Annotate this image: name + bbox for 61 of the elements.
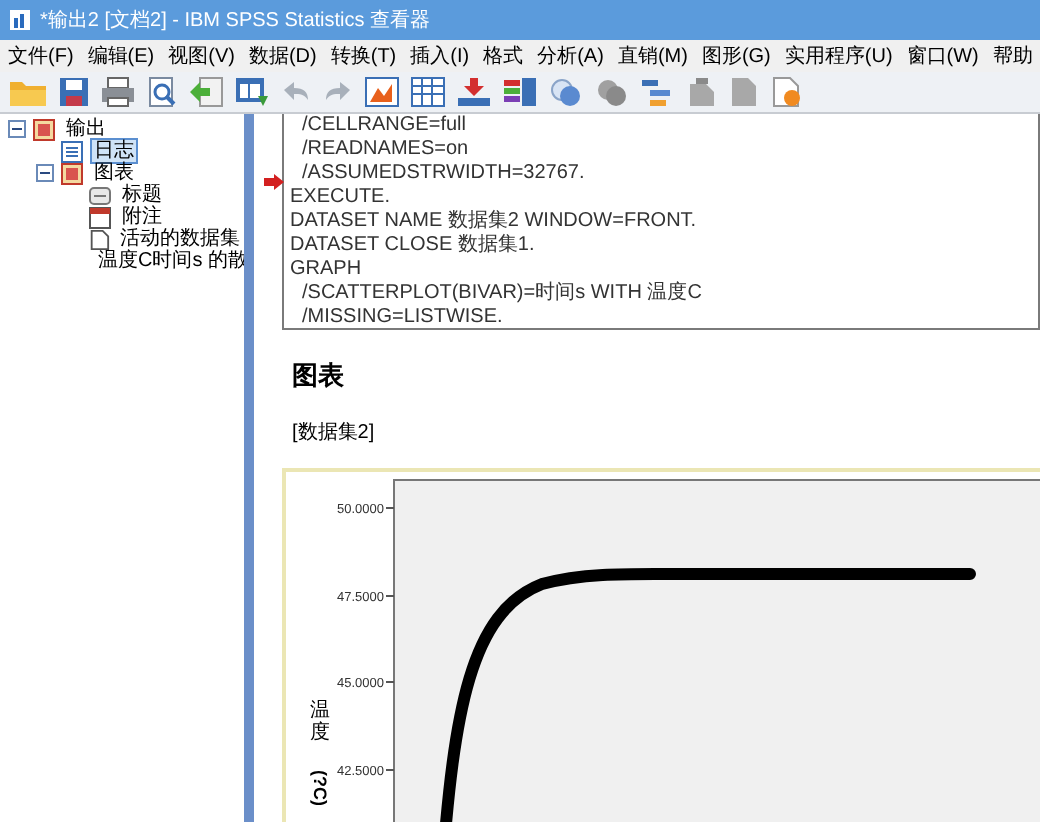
arrow-icon	[264, 174, 284, 190]
y-tick	[385, 506, 395, 508]
menu-item[interactable]: 数据(D)	[248, 41, 317, 71]
tree-item[interactable]: 附注	[118, 204, 166, 230]
document-icon	[88, 227, 110, 251]
menu-item[interactable]: 实用程序(U)	[784, 41, 893, 71]
print-preview-icon[interactable]	[146, 76, 178, 108]
menu-item[interactable]: 插入(I)	[410, 41, 470, 71]
dataset-label: [数据集2]	[292, 419, 375, 447]
tree-item[interactable]: 标题	[118, 182, 166, 208]
printer-icon[interactable]	[100, 76, 136, 108]
menu-item[interactable]: 编辑(E)	[87, 41, 155, 71]
tree-item[interactable]: 图表	[90, 160, 138, 186]
syntax-line: /ASSUMEDSTRWIDTH=32767.	[300, 162, 585, 186]
syntax-line: EXECUTE.	[290, 186, 391, 210]
app-icon	[8, 8, 32, 32]
y-tick	[385, 680, 395, 682]
menu-item[interactable]: 转换(T)	[330, 41, 397, 71]
syntax-line: DATASET NAME 数据集2 WINDOW=FRONT.	[290, 210, 697, 234]
menu-item[interactable]: 文件(F)	[8, 41, 74, 71]
y-axis-label: 温度	[310, 699, 330, 743]
tree-item[interactable]: 输出	[62, 116, 110, 142]
menu-item[interactable]: 窗口(W)	[906, 41, 979, 71]
section-heading: 图表	[292, 360, 344, 396]
y-axis-unit: (?C)	[310, 769, 330, 805]
collapse-icon[interactable]	[8, 120, 26, 138]
page-icon[interactable]	[770, 76, 802, 108]
window-icon[interactable]	[234, 76, 270, 108]
syntax-line: /SCATTERPLOT(BIVAR)=时间s WITH 温度C	[300, 282, 702, 306]
syntax-line: DATASET CLOSE 数据集1.	[290, 234, 535, 258]
note-icon	[88, 205, 112, 229]
window-title: *输出2 [文档2] - IBM SPSS Statistics 查看器	[40, 7, 431, 35]
y-tick	[385, 594, 395, 596]
menu-item[interactable]: 图形(G)	[701, 41, 771, 71]
circles-icon[interactable]	[594, 76, 630, 108]
title-icon	[88, 183, 112, 207]
folder-icon	[32, 117, 56, 141]
menu-item[interactable]: 格式	[483, 41, 524, 71]
folder-icon	[60, 161, 84, 185]
menu-item[interactable]: 分析(A)	[537, 41, 604, 71]
menu-item[interactable]: 直销(M)	[617, 41, 688, 71]
circles-icon[interactable]	[548, 76, 584, 108]
page-icon[interactable]	[686, 76, 718, 108]
insert-icon[interactable]	[456, 76, 492, 108]
save-icon[interactable]	[58, 76, 90, 108]
table-icon[interactable]	[410, 76, 446, 108]
menu-item[interactable]: 帮助	[992, 41, 1033, 71]
syntax-line: GRAPH	[290, 258, 362, 282]
syntax-line: /MISSING=LISTWISE.	[300, 306, 503, 328]
table-icon[interactable]	[502, 76, 538, 108]
export-icon[interactable]	[188, 76, 224, 108]
collapse-icon[interactable]	[36, 164, 54, 182]
log-icon	[60, 139, 84, 163]
chart-icon[interactable]	[364, 76, 400, 108]
syntax-line: /READNAMES=on	[300, 138, 469, 162]
tree-item[interactable]: 日志	[90, 138, 138, 164]
tree-item[interactable]: 活动的数据集	[116, 226, 244, 252]
hierarchy-icon[interactable]	[640, 76, 676, 108]
syntax-line: /CELLRANGE=full	[300, 114, 466, 138]
y-tick	[385, 768, 395, 770]
menu-item[interactable]: 视图(V)	[168, 41, 235, 71]
